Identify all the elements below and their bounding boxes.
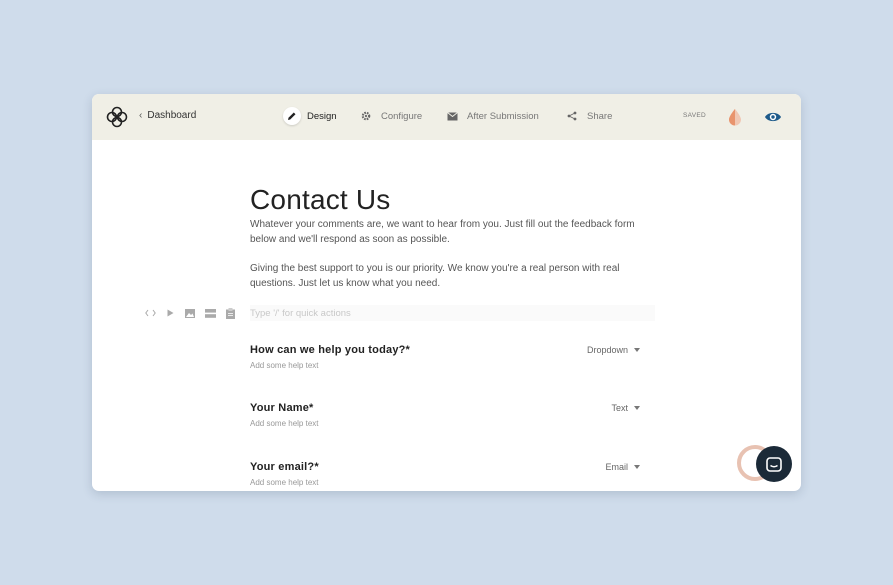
form-field-email[interactable]: Your email?* Add some help text Email [250, 461, 640, 487]
field-type-value: Email [605, 462, 628, 472]
quick-actions-input[interactable]: Type '/' for quick actions [250, 305, 655, 321]
top-bar: ‹ Dashboard Design Configure After Submi… [92, 94, 801, 140]
block-toolbar [144, 307, 236, 319]
caret-down-icon [634, 406, 640, 410]
field-help-text[interactable]: Add some help text [250, 361, 640, 370]
tab-design-label: Design [307, 110, 337, 122]
chevron-left-icon: ‹ [139, 110, 143, 121]
image-icon[interactable] [184, 307, 196, 319]
caret-down-icon [634, 348, 640, 352]
field-label[interactable]: How can we help you today?* [250, 344, 640, 356]
tab-design[interactable]: Design [283, 107, 337, 125]
tab-share[interactable]: Share [563, 107, 612, 125]
clipboard-icon[interactable] [224, 307, 236, 319]
field-type-value: Dropdown [586, 345, 628, 355]
preview-eye-icon[interactable] [764, 109, 782, 125]
field-type-select[interactable]: Email [605, 462, 640, 472]
field-label[interactable]: Your Name* [250, 402, 640, 414]
intro-paragraph-1: Whatever your comments are, we want to h… [250, 219, 635, 245]
caret-down-icon [634, 465, 640, 469]
tab-configure[interactable]: Configure [357, 107, 422, 125]
gear-icon [357, 107, 375, 125]
tab-configure-label: Configure [381, 110, 423, 122]
form-title[interactable]: Contact Us [250, 184, 660, 216]
chat-launcher-button[interactable] [756, 446, 792, 482]
field-label[interactable]: Your email?* [250, 461, 640, 473]
back-label: Dashboard [147, 110, 197, 121]
field-help-text[interactable]: Add some help text [250, 478, 640, 487]
play-icon[interactable] [164, 307, 176, 319]
theme-drop-icon[interactable] [727, 108, 743, 126]
tab-after-submission[interactable]: After Submission [443, 107, 539, 125]
back-to-dashboard-link[interactable]: ‹ Dashboard [139, 110, 196, 121]
chat-icon [766, 456, 782, 472]
form-description[interactable]: Whatever your comments are, we want to h… [250, 217, 660, 291]
app-logo-icon[interactable] [106, 106, 128, 128]
save-status: SAVED [683, 112, 707, 119]
editor-window: ‹ Dashboard Design Configure After Submi… [92, 94, 801, 491]
field-help-text[interactable]: Add some help text [250, 419, 640, 428]
tab-after-submission-label: After Submission [467, 110, 539, 122]
form-field-help-topic[interactable]: How can we help you today?* Add some hel… [250, 344, 640, 370]
form-header: Contact Us Whatever your comments are, w… [250, 184, 660, 291]
field-type-select[interactable]: Text [611, 403, 640, 413]
field-type-value: Text [611, 403, 628, 413]
envelope-icon [443, 107, 461, 125]
code-icon[interactable] [144, 307, 156, 319]
field-type-select[interactable]: Dropdown [587, 345, 640, 355]
form-field-name[interactable]: Your Name* Add some help text Text [250, 402, 640, 428]
intro-paragraph-2: Giving the best support to you is our pr… [250, 263, 620, 289]
share-icon [563, 107, 581, 125]
layout-icon[interactable] [204, 307, 216, 319]
pencil-icon [283, 107, 301, 125]
tab-share-label: Share [587, 110, 613, 122]
